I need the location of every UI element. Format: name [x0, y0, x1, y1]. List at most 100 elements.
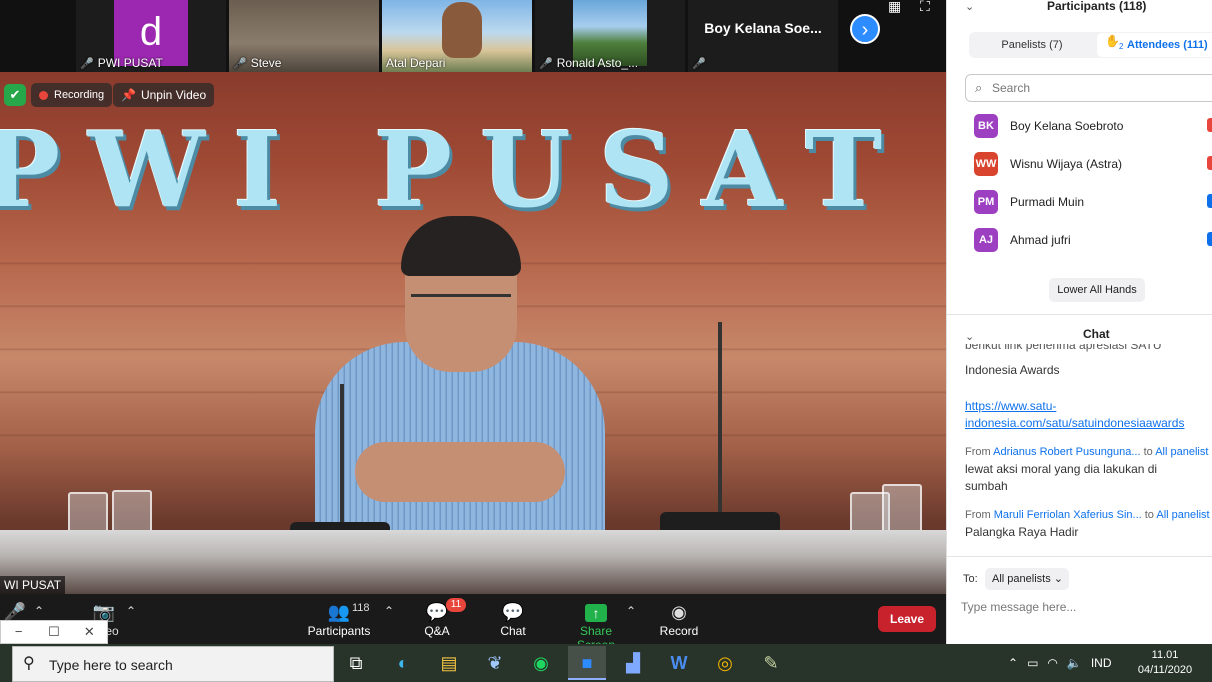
- recording-indicator[interactable]: Recording: [31, 83, 113, 107]
- qa-button[interactable]: 💬 11 Q&A: [414, 598, 466, 642]
- close-icon[interactable]: ✕: [72, 621, 107, 643]
- record-icon: ◉: [671, 602, 687, 622]
- thumbnail-atal-depari[interactable]: Atal Depari: [382, 0, 532, 72]
- task-view-icon[interactable]: ⧉: [337, 646, 375, 680]
- recipient-value: All panelists: [992, 573, 1051, 585]
- collapse-icon[interactable]: ⌄: [965, 330, 974, 343]
- wifi-icon[interactable]: ◠: [1047, 656, 1057, 670]
- taskbar-search[interactable]: ⚲ Type here to search: [12, 646, 334, 682]
- clock-date: 04/11/2020: [1137, 664, 1193, 676]
- paint-icon[interactable]: ✎: [752, 646, 790, 680]
- participant-name: Boy Kelana Soebroto: [1010, 119, 1124, 133]
- microphone-stand: [718, 322, 722, 532]
- chat-link[interactable]: indonesia.com/satu/satuindonesiaawards: [965, 415, 1212, 432]
- participants-header: ⌄ Participants (118): [947, 0, 1212, 18]
- pin-icon: 📌: [121, 88, 136, 102]
- gallery-view-icon[interactable]: ▦: [888, 0, 902, 13]
- print-app-icon[interactable]: ▟: [614, 646, 652, 680]
- zoom-icon[interactable]: ■: [568, 646, 606, 680]
- participant-name: Purmadi Muin: [1010, 195, 1085, 209]
- qa-label: Q&A: [424, 624, 450, 638]
- tab-panelists[interactable]: Panelists (7): [969, 32, 1095, 58]
- share-screen-button[interactable]: ↑ Share Screen: [560, 600, 632, 644]
- caret-up-icon[interactable]: ⌃: [626, 604, 636, 618]
- thumbnail-pwi-pusat[interactable]: d 🎤 PWI PUSAT: [76, 0, 226, 72]
- share-arrow-icon: ↑: [585, 604, 607, 622]
- minimize-icon[interactable]: −: [1, 621, 36, 643]
- participant-name: PWI PUSAT: [97, 56, 163, 70]
- record-button[interactable]: ◉ Record: [656, 600, 702, 642]
- chat-to-label: To:: [963, 573, 978, 585]
- participant-row[interactable]: BK Boy Kelana Soebroto: [947, 108, 1212, 142]
- chat-link-text[interactable]: https://www.satu-: [965, 399, 1056, 413]
- sender-name[interactable]: Maruli Ferriolan Xaferius Sin...: [994, 509, 1142, 521]
- from-label: From: [965, 509, 991, 521]
- window-controls: − ☐ ✕: [0, 620, 108, 644]
- mic-status-icon: [1207, 118, 1212, 132]
- search-input[interactable]: [992, 78, 1192, 98]
- chat-messages: Indonesia Awards https://www.satu- indon…: [965, 348, 1212, 550]
- participants-button[interactable]: 👥 118 Participants: [306, 600, 372, 642]
- mic-muted-icon: 🎤: [80, 57, 94, 70]
- participant-row[interactable]: PM Purmadi Muin: [947, 184, 1212, 218]
- participant-search[interactable]: ⌕: [965, 74, 1212, 102]
- chat-link[interactable]: https://www.satu-: [965, 398, 1212, 415]
- participant-row[interactable]: WW Wisnu Wijaya (Astra): [947, 146, 1212, 180]
- avatar: AJ: [974, 228, 998, 252]
- volume-muted-icon[interactable]: 🔈: [1067, 656, 1082, 670]
- next-thumbnails-icon[interactable]: ›: [850, 14, 880, 44]
- edge-icon[interactable]: ◐: [384, 646, 422, 680]
- taskbar-clock[interactable]: 11.01 04/11/2020: [1134, 648, 1196, 678]
- battery-icon[interactable]: ▭: [1027, 656, 1038, 670]
- unpin-video-button[interactable]: 📌 Unpin Video: [113, 83, 215, 107]
- to-label: to: [1144, 509, 1154, 521]
- fullscreen-icon[interactable]: ⛶: [920, 0, 934, 13]
- chat-button[interactable]: 💬 Chat: [490, 600, 536, 642]
- qa-badge: 11: [446, 598, 466, 612]
- participant-video: [442, 2, 482, 58]
- thumbnail-steve[interactable]: 🎤 Steve: [229, 0, 379, 72]
- thumbnail-boy-kelana[interactable]: Boy Kelana Soe... 🎤: [688, 0, 838, 72]
- sender-name[interactable]: Adrianus Robert Pusunguna...: [993, 446, 1140, 458]
- record-label: Record: [659, 624, 699, 638]
- from-label: From: [965, 446, 991, 458]
- chat-recipient-select[interactable]: All panelists ⌄: [985, 568, 1069, 590]
- raised-hand-icon: ✋: [1105, 34, 1120, 48]
- mic-muted-icon: 🎤: [539, 57, 553, 70]
- wall-sign: PWI PUSAT: [0, 108, 911, 231]
- participant-row[interactable]: AJ Ahmad jufri: [947, 222, 1212, 256]
- lower-all-hands-button[interactable]: Lower All Hands: [1049, 278, 1145, 302]
- caret-up-icon[interactable]: ⌃: [126, 604, 136, 618]
- avatar: PM: [974, 190, 998, 214]
- participant-name: Ahmad jufri: [1010, 233, 1071, 247]
- feather-app-icon[interactable]: ❦: [476, 646, 514, 680]
- word-icon[interactable]: W: [660, 646, 698, 680]
- caret-up-icon[interactable]: ⌃: [384, 604, 394, 618]
- chat-message-input[interactable]: [961, 596, 1201, 618]
- spotify-icon[interactable]: ◉: [522, 646, 560, 680]
- thumbnail-ronald[interactable]: 🎤 Ronald Asto_...: [535, 0, 685, 72]
- participants-title: Participants (118): [1047, 0, 1147, 13]
- unpin-label: Unpin Video: [140, 88, 207, 102]
- search-icon: ⚲: [23, 655, 35, 672]
- active-speaker-video: PWI PUSAT ✔ Recording 📌 Unpin Video WI P…: [0, 72, 946, 594]
- caret-up-icon[interactable]: ⌃: [34, 604, 44, 618]
- chat-link-text[interactable]: indonesia.com/satu/satuindonesiaawards: [965, 416, 1184, 430]
- file-explorer-icon[interactable]: ▤: [430, 646, 468, 680]
- leave-button[interactable]: Leave: [878, 606, 936, 632]
- language-indicator[interactable]: IND: [1091, 656, 1112, 670]
- security-shield-icon[interactable]: ✔: [4, 84, 26, 106]
- thumbnail-strip: d 🎤 PWI PUSAT 🎤 Steve Atal Depari 🎤 Rona…: [0, 0, 946, 72]
- mic-muted-icon: 🎤: [233, 57, 247, 70]
- chat-text: sumbah: [965, 479, 1008, 493]
- participant-name: Ronald Asto_...: [556, 56, 639, 70]
- show-hidden-icons-icon[interactable]: ⌃: [1008, 656, 1018, 670]
- mic-status-icon: [1207, 156, 1212, 170]
- thumbnail-label: 🎤 Ronald Asto_...: [539, 56, 638, 70]
- meeting-area: d 🎤 PWI PUSAT 🎤 Steve Atal Depari 🎤 Rona…: [0, 0, 946, 644]
- collapse-icon[interactable]: ⌄: [965, 0, 974, 13]
- thumbnail-label: 🎤: [692, 57, 706, 70]
- participant-name: Atal Depari: [386, 56, 446, 70]
- maximize-icon[interactable]: ☐: [36, 621, 71, 643]
- chrome-icon[interactable]: ◎: [706, 646, 744, 680]
